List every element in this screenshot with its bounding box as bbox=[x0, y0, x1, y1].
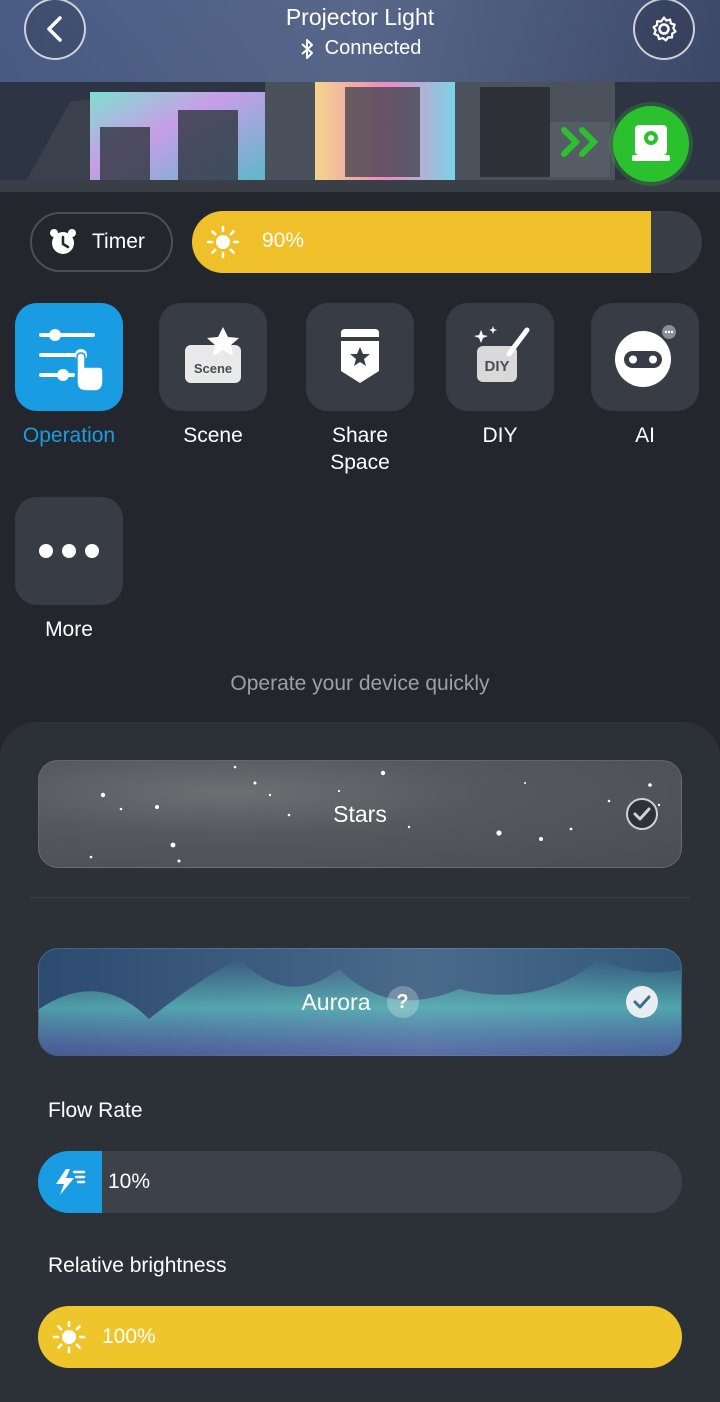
scene-label: Scene bbox=[183, 424, 243, 447]
ai-tile[interactable] bbox=[591, 303, 699, 411]
gear-icon bbox=[652, 16, 677, 42]
scene-icon: Scene bbox=[185, 327, 241, 383]
stars-mode-card[interactable]: Stars bbox=[38, 760, 682, 868]
lightning-speed-icon bbox=[56, 1169, 86, 1195]
timer-label: Timer bbox=[92, 230, 145, 253]
relative-brightness-title: Relative brightness bbox=[48, 1254, 227, 1277]
bluetooth-icon bbox=[300, 38, 313, 59]
connection-status: Connected bbox=[0, 37, 720, 60]
diy-icon: DIY bbox=[474, 326, 530, 382]
brightness-slider[interactable]: 90% bbox=[192, 211, 702, 273]
hint-text: Operate your device quickly bbox=[230, 672, 490, 695]
brightness-value: 90% bbox=[262, 229, 305, 252]
relative-brightness-value: 100% bbox=[102, 1325, 156, 1348]
operation-tile[interactable] bbox=[15, 303, 123, 411]
share-space-label: Share Space bbox=[330, 424, 390, 474]
help-icon[interactable]: ? bbox=[386, 986, 419, 1018]
check-icon bbox=[626, 986, 658, 1018]
svg-text:DIY: DIY bbox=[484, 358, 509, 375]
settings-button[interactable] bbox=[633, 0, 695, 60]
status-text: Connected bbox=[324, 37, 422, 59]
more-icon bbox=[39, 544, 99, 558]
share-space-tile[interactable] bbox=[306, 303, 414, 411]
house-illustration bbox=[0, 82, 720, 192]
timer-button[interactable]: Timer bbox=[30, 212, 173, 272]
sun-icon bbox=[52, 1320, 86, 1354]
divider bbox=[30, 897, 690, 898]
more-label: More bbox=[45, 618, 93, 641]
stars-label: Stars bbox=[333, 800, 387, 827]
flow-rate-title: Flow Rate bbox=[48, 1099, 143, 1122]
ai-label: AI bbox=[635, 424, 655, 447]
operation-label: Operation bbox=[22, 424, 116, 447]
svg-text:Scene: Scene bbox=[194, 361, 232, 376]
brightness-fill bbox=[192, 211, 651, 273]
check-icon bbox=[626, 798, 658, 830]
more-tile[interactable] bbox=[15, 497, 123, 605]
sun-icon bbox=[206, 225, 240, 259]
diy-tile[interactable]: DIY bbox=[446, 303, 554, 411]
sliders-icon bbox=[39, 329, 104, 392]
scene-tile[interactable]: Scene bbox=[159, 303, 267, 411]
flow-rate-slider[interactable]: 10% bbox=[38, 1151, 682, 1213]
relative-brightness-slider[interactable]: 100% bbox=[38, 1306, 682, 1368]
flow-rate-value: 10% bbox=[108, 1170, 151, 1193]
alarm-clock-icon bbox=[50, 229, 76, 254]
device-power-button[interactable] bbox=[613, 106, 689, 182]
projector-icon bbox=[632, 125, 670, 161]
share-space-icon bbox=[341, 329, 379, 383]
arrows-icon bbox=[561, 127, 599, 157]
ai-robot-icon bbox=[615, 325, 676, 387]
diy-label: DIY bbox=[482, 424, 518, 447]
aurora-label: Aurora bbox=[301, 988, 371, 1015]
aurora-mode-card[interactable]: Aurora ? bbox=[38, 948, 682, 1056]
page-title: Projector Light bbox=[285, 4, 435, 30]
